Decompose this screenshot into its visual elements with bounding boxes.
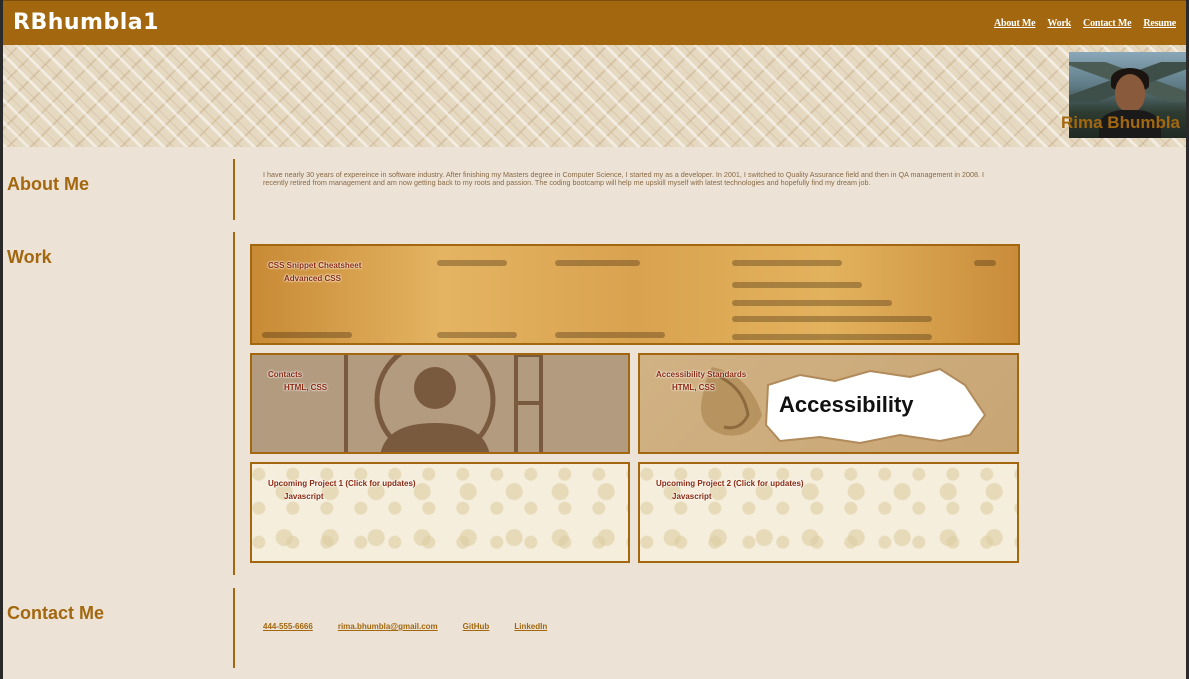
- contact-divider: [233, 588, 235, 668]
- project-tech: Javascript: [672, 492, 712, 501]
- about-text: I have nearly 30 years of expereince in …: [263, 170, 984, 187]
- project-card-upcoming-2[interactable]: Upcoming Project 2 (Click for updates) J…: [638, 462, 1019, 563]
- project-tech: HTML, CSS: [672, 383, 716, 392]
- project-tech: HTML, CSS: [284, 383, 328, 392]
- nav-contact-me[interactable]: Contact Me: [1083, 18, 1131, 29]
- nav-about-me[interactable]: About Me: [994, 18, 1036, 29]
- site-header: RBhumbla1 About Me Work Contact Me Resum…: [3, 0, 1186, 45]
- project-title: Contacts: [268, 370, 303, 379]
- project-title: Upcoming Project 1 (Click for updates): [268, 479, 416, 488]
- contact-email-link[interactable]: rima.bhumbla@gmail.com: [338, 622, 438, 631]
- contact-github-link[interactable]: GitHub: [463, 622, 490, 631]
- contact-heading: Contact Me: [7, 603, 105, 623]
- project-card-contacts[interactable]: Contacts HTML, CSS: [250, 353, 630, 454]
- about-heading: About Me: [7, 174, 89, 194]
- nav-resume[interactable]: Resume: [1143, 18, 1176, 29]
- project-tech: Advanced CSS: [284, 274, 341, 283]
- contact-linkedin-link[interactable]: LinkedIn: [514, 622, 547, 631]
- about-divider: [233, 159, 235, 220]
- work-heading: Work: [7, 247, 52, 267]
- contact-links: 444-555-6666 rima.bhumbla@gmail.com GitH…: [263, 622, 547, 631]
- project-tech: Javascript: [284, 492, 324, 501]
- contact-phone-link[interactable]: 444-555-6666: [263, 622, 313, 631]
- project-title: Accessibility Standards: [656, 370, 747, 379]
- project-title: Upcoming Project 2 (Click for updates): [656, 479, 804, 488]
- accessibility-image-text: Accessibility: [779, 392, 914, 417]
- project-card-accessibility[interactable]: Accessibility Accessibility Standards HT…: [638, 353, 1019, 454]
- page: RBhumbla1 About Me Work Contact Me Resum…: [3, 0, 1186, 679]
- project-card-upcoming-1[interactable]: Upcoming Project 1 (Click for updates) J…: [250, 462, 630, 563]
- project-title: CSS Snippet Cheatsheet: [268, 261, 362, 270]
- work-divider: [233, 232, 235, 575]
- main-nav: About Me Work Contact Me Resume: [994, 18, 1176, 29]
- hero-name: Rima Bhumbla: [1061, 113, 1181, 132]
- project-card-css-cheatsheet[interactable]: CSS Snippet Cheatsheet Advanced CSS: [250, 244, 1020, 345]
- nav-work[interactable]: Work: [1047, 18, 1071, 29]
- contact-person-icon: [344, 355, 543, 452]
- hero-banner: Rima Bhumbla: [3, 45, 1186, 147]
- site-brand[interactable]: RBhumbla1: [13, 10, 159, 35]
